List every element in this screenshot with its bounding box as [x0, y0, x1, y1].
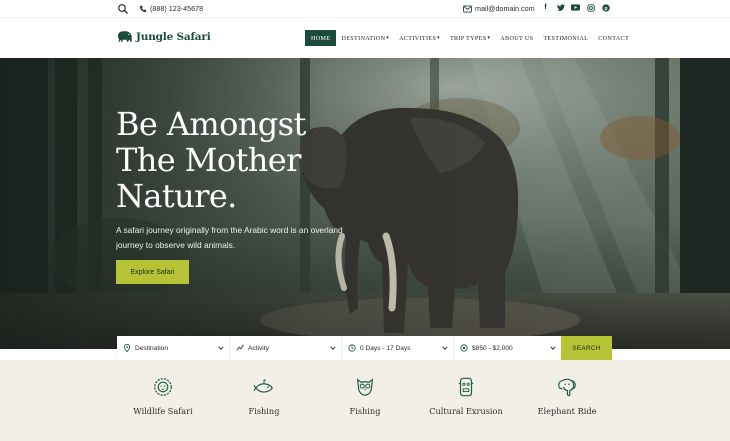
totem-icon [458, 377, 474, 397]
hero-subtitle: A safari journey originally from the Ara… [116, 225, 343, 250]
map-pin-icon [123, 344, 131, 352]
main-nav: HOME DESTINATION ▾ ACTIVITIES ▾ TRIP TYPES… [305, 30, 634, 46]
site-logo[interactable]: Jungle Safari [116, 30, 211, 43]
fish-icon [253, 379, 273, 393]
phone-number[interactable]: (888) 123-45678 [150, 4, 203, 13]
activity-categories: Wildlife Safari Fishing Fishing Cultural… [0, 360, 730, 441]
destination-select[interactable]: Destination [117, 336, 230, 360]
elephant-icon [558, 378, 576, 397]
nav-trip-types[interactable]: TRIP TYPES ▾ [445, 30, 495, 46]
mail-icon [463, 4, 472, 13]
explore-safari-button[interactable]: Explore Safari [116, 260, 189, 284]
search-icon[interactable] [117, 3, 129, 15]
nav-about-us-label: ABOUT US [500, 34, 534, 42]
pinterest-icon[interactable]: p [601, 3, 610, 12]
social-links: f p [541, 3, 610, 12]
email-contact[interactable]: mail@domain.com [463, 4, 535, 13]
clock-icon [348, 344, 356, 352]
nav-destination[interactable]: DESTINATION ▾ [336, 30, 394, 46]
nav-testimonial[interactable]: TESTIMONIAL [538, 30, 593, 46]
activity-value: Activity [248, 344, 269, 352]
nav-activities[interactable]: ACTIVITIES ▾ [394, 30, 445, 46]
category-elephant-ride[interactable]: Elephant Ride [522, 376, 612, 416]
duration-value: 0 Days - 17 Days [360, 344, 411, 352]
hero-title-line-1: Be Amongst [116, 105, 306, 143]
category-fishing-2[interactable]: Fishing [320, 376, 410, 416]
caret-down-icon: ▾ [487, 36, 491, 41]
nav-about-us[interactable]: ABOUT US [495, 30, 538, 46]
chevron-down-icon [550, 346, 556, 350]
nav-activities-label: ACTIVITIES [399, 34, 437, 42]
email-address[interactable]: mail@domain.com [475, 4, 535, 13]
site-header: Jungle Safari HOME DESTINATION ▾ ACTIVITI… [0, 18, 730, 58]
chevron-down-icon [330, 346, 336, 350]
nav-trip-types-label: TRIP TYPES [449, 34, 487, 42]
hero-title-line-3: Nature. [116, 177, 237, 215]
svg-text:p: p [604, 5, 607, 11]
hiking-icon [236, 344, 244, 351]
category-label: Fishing [349, 406, 381, 416]
hero-title-line-2: The Mother [116, 141, 301, 179]
activity-select[interactable]: Activity [230, 336, 342, 360]
destination-value: Destination [135, 344, 168, 352]
owl-icon [356, 378, 374, 396]
phone-icon [139, 5, 147, 12]
caret-down-icon: ▾ [437, 36, 440, 41]
hero-section: Be Amongst The Mother Nature. A safari j… [0, 58, 730, 349]
nav-destination-label: DESTINATION [341, 34, 386, 42]
caret-down-icon: ▾ [386, 36, 390, 41]
search-button[interactable]: SEARCH [561, 336, 612, 360]
trip-search-bar: Destination Activity 0 Days - 17 Days $8… [117, 336, 612, 360]
logo-text: Jungle Safari [136, 30, 211, 43]
elephant-logo-icon [117, 31, 132, 42]
nav-home-label: HOME [311, 34, 331, 42]
category-label: Wildlife Safari [133, 406, 193, 416]
nav-contact[interactable]: CONTACT [593, 30, 634, 46]
lion-icon [154, 378, 172, 396]
price-value: $850 - $2,000 [472, 344, 513, 352]
chevron-down-icon [442, 346, 448, 350]
category-label: Cultural Exrusion [429, 406, 503, 416]
category-label: Fishing [248, 406, 280, 416]
duration-select[interactable]: 0 Days - 17 Days [342, 336, 454, 360]
nav-testimonial-label: TESTIMONIAL [543, 34, 589, 42]
price-select[interactable]: $850 - $2,000 [454, 336, 561, 360]
twitter-icon[interactable] [556, 3, 565, 12]
hero-title: Be Amongst The Mother Nature. [116, 106, 356, 214]
instagram-icon[interactable] [586, 3, 595, 12]
phone-contact[interactable]: (888) 123-45678 [139, 4, 203, 13]
nav-contact-label: CONTACT [598, 34, 630, 42]
category-wildlife-safari[interactable]: Wildlife Safari [118, 376, 208, 416]
chevron-down-icon [218, 346, 224, 350]
category-label: Elephant Ride [537, 406, 597, 416]
youtube-icon[interactable] [571, 3, 580, 12]
nav-home[interactable]: HOME [305, 30, 337, 46]
money-icon [460, 344, 468, 352]
facebook-icon[interactable]: f [541, 3, 550, 12]
category-cultural-excursion[interactable]: Cultural Exrusion [421, 376, 511, 416]
category-fishing[interactable]: Fishing [219, 376, 309, 416]
top-bar: (888) 123-45678 mail@domain.com f p [0, 0, 730, 18]
hero-forest-elephant-image [0, 58, 730, 349]
